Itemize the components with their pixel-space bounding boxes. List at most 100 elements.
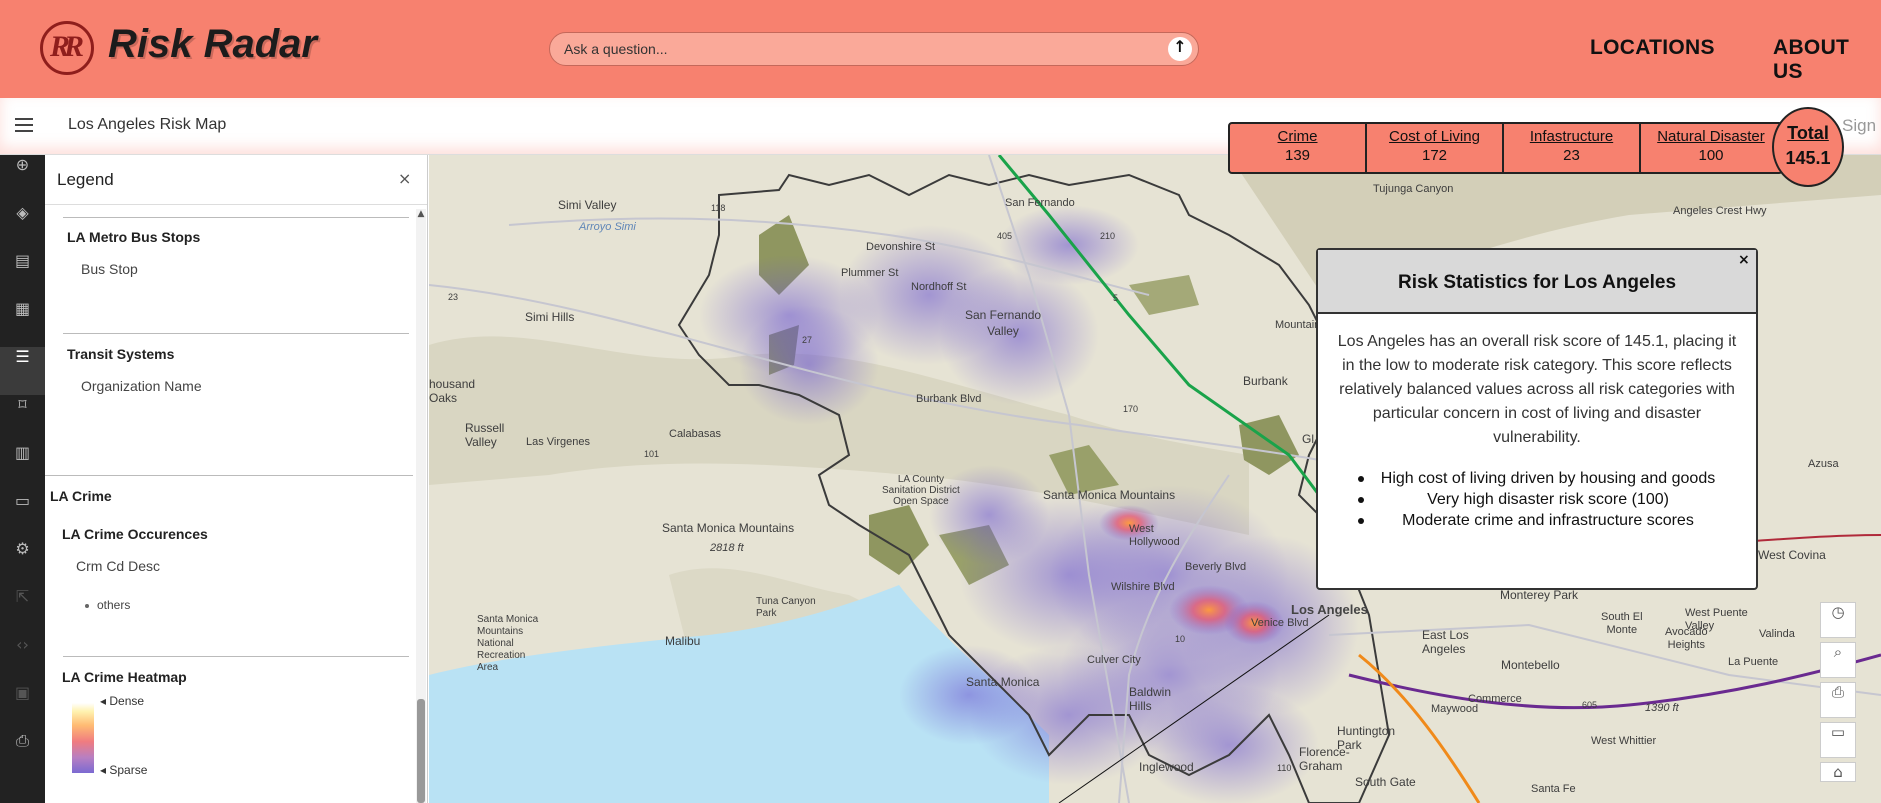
legend-panel: Legend × LA Metro Bus Stops Bus Stop Tra… — [45, 155, 428, 803]
list-item: High cost of living driven by housing an… — [1358, 468, 1738, 489]
tool-rail: ⊕ ◈ ▤ ▦ ☰ ⌑ ▥ ▭ ⚙ ⇱ ‹› ▣ ⎙ — [0, 155, 45, 803]
map-label: Commerce — [1468, 693, 1522, 705]
nav-about-us[interactable]: ABOUT US — [1773, 36, 1881, 84]
screen-icon[interactable]: ▭ — [1820, 722, 1856, 758]
map-label: Azusa — [1808, 458, 1839, 470]
top-header: RR Risk Radar ↑ LOCATIONS ABOUT US — [0, 0, 1881, 98]
home-icon[interactable]: ⌂ — [1820, 762, 1856, 782]
highway-shield: 605 — [1582, 700, 1598, 710]
divider — [63, 217, 409, 218]
legend-layer-item: Bus Stop — [81, 261, 138, 277]
total-score[interactable]: Total 145.1 — [1772, 107, 1844, 187]
legend-field-name: Crm Cd Desc — [76, 558, 161, 574]
score-infrastructure[interactable]: Infastructure 23 — [1504, 124, 1641, 172]
close-icon[interactable]: × — [1738, 252, 1750, 268]
map-label: Beverly Blvd — [1185, 561, 1247, 573]
map-label: Burbank — [1243, 374, 1288, 388]
brand-title[interactable]: Risk Radar — [108, 22, 317, 67]
highway-shield: 118 — [711, 203, 726, 213]
map-label: Nordhoff St — [911, 281, 967, 293]
risk-statistics-popup: Risk Statistics for Los Angeles × Los An… — [1316, 248, 1758, 590]
map-label: Russell Valley — [465, 421, 505, 449]
highway-shield: 101 — [644, 449, 660, 459]
bookmark-icon[interactable]: ⌑ — [0, 395, 45, 443]
table-icon[interactable]: ▤ — [0, 251, 45, 299]
hamburger-icon[interactable] — [15, 118, 33, 132]
score-label[interactable]: Natural Disaster — [1641, 128, 1781, 145]
point-symbol-icon — [85, 603, 89, 608]
map-label: Monterey Park — [1500, 588, 1579, 602]
layers-icon[interactable]: ◈ — [0, 203, 45, 251]
heatmap-color-ramp — [72, 703, 94, 773]
score-value: 172 — [1421, 147, 1448, 164]
close-icon[interactable]: × — [398, 169, 411, 188]
map-label: Calabasas — [669, 428, 721, 440]
map-label: Santa Monica — [966, 675, 1040, 689]
settings-icon[interactable]: ⚙ — [0, 539, 45, 587]
divider — [63, 333, 409, 334]
map-label: South El Monte — [1601, 611, 1643, 636]
map-label: La Puente — [1728, 656, 1779, 668]
arrow-up-icon[interactable]: ↑ — [1168, 37, 1192, 61]
map-label: Santa Monica Mountains National Recreati… — [477, 614, 539, 673]
legend-list-icon[interactable]: ☰ — [0, 347, 45, 395]
map-label: Valinda — [1759, 628, 1795, 640]
sign-in-link[interactable]: Sign In — [1842, 116, 1881, 136]
map-label: Tuna Canyon Park — [756, 596, 816, 619]
map-label: San Fernando Valley — [965, 308, 1042, 338]
score-label[interactable]: Infastructure — [1504, 128, 1639, 145]
nav-locations[interactable]: LOCATIONS — [1590, 36, 1715, 60]
map-label: Malibu — [665, 634, 701, 648]
score-value: 23 — [1563, 147, 1580, 164]
scroll-thumb[interactable] — [417, 699, 425, 803]
score-cost-of-living[interactable]: Cost of Living 172 — [1367, 124, 1504, 172]
map-label: Simi Valley — [558, 198, 617, 212]
map-label: Santa Fe — [1531, 783, 1576, 795]
map-label: Culver City — [1087, 654, 1141, 666]
divider — [45, 475, 413, 476]
map-label: West Covina — [1758, 548, 1826, 562]
map-label: Avocado Heights — [1665, 626, 1708, 651]
legend-scrollbar[interactable]: ▲ — [416, 209, 426, 803]
score-label[interactable]: Cost of Living — [1367, 128, 1502, 145]
code-icon[interactable]: ‹› — [0, 635, 45, 683]
print-icon[interactable]: ⎙ — [0, 731, 45, 779]
folder-icon[interactable]: ▭ — [0, 491, 45, 539]
score-natural-disaster[interactable]: Natural Disaster 100 — [1641, 124, 1781, 172]
score-value: 139 — [1284, 147, 1311, 164]
popup-title: Risk Statistics for Los Angeles — [1397, 272, 1677, 293]
share-icon[interactable]: ⇱ — [0, 587, 45, 635]
map-label: Inglewood — [1139, 760, 1194, 774]
highway-shield: 27 — [802, 335, 813, 345]
clock-icon[interactable]: ◷ — [1820, 602, 1856, 638]
popup-header: Risk Statistics for Los Angeles × — [1318, 250, 1756, 314]
apps-icon[interactable]: ▣ — [0, 683, 45, 731]
map-label: Santa Monica Mountains — [1043, 488, 1176, 502]
score-crime[interactable]: Crime 139 — [1230, 124, 1367, 172]
zoom-search-icon[interactable]: ⌕ — [1820, 642, 1856, 678]
map-label: Devonshire St — [866, 241, 936, 253]
question-box: ↑ — [549, 32, 1199, 66]
map-label: Plummer St — [841, 267, 899, 279]
map-label: West Whittier — [1591, 735, 1657, 747]
map-label: Florence- Graham — [1299, 745, 1350, 773]
map-title: Los Angeles Risk Map — [68, 116, 227, 133]
logo[interactable]: RR — [40, 21, 94, 75]
legend-class-item: others — [85, 598, 130, 612]
question-input[interactable] — [564, 33, 1144, 65]
score-value: 100 — [1698, 147, 1724, 164]
total-value: 145.1 — [1785, 148, 1831, 168]
legend-layer-title: Transit Systems — [67, 346, 175, 362]
map-label: Montebello — [1501, 658, 1560, 672]
legend-class-label: others — [97, 598, 131, 612]
total-label[interactable]: Total — [1774, 123, 1842, 144]
add-icon[interactable]: ⊕ — [0, 155, 45, 203]
map-label: Simi Hills — [525, 310, 575, 324]
scroll-up-icon[interactable]: ▲ — [416, 209, 426, 221]
grid-icon[interactable]: ▦ — [0, 299, 45, 347]
chart-icon[interactable]: ▥ — [0, 443, 45, 491]
score-label[interactable]: Crime — [1230, 128, 1365, 145]
map-label: Wilshire Blvd — [1111, 581, 1175, 593]
highway-shield: 110 — [1277, 763, 1292, 773]
print-preview-icon[interactable]: ⎙ — [1820, 682, 1856, 718]
